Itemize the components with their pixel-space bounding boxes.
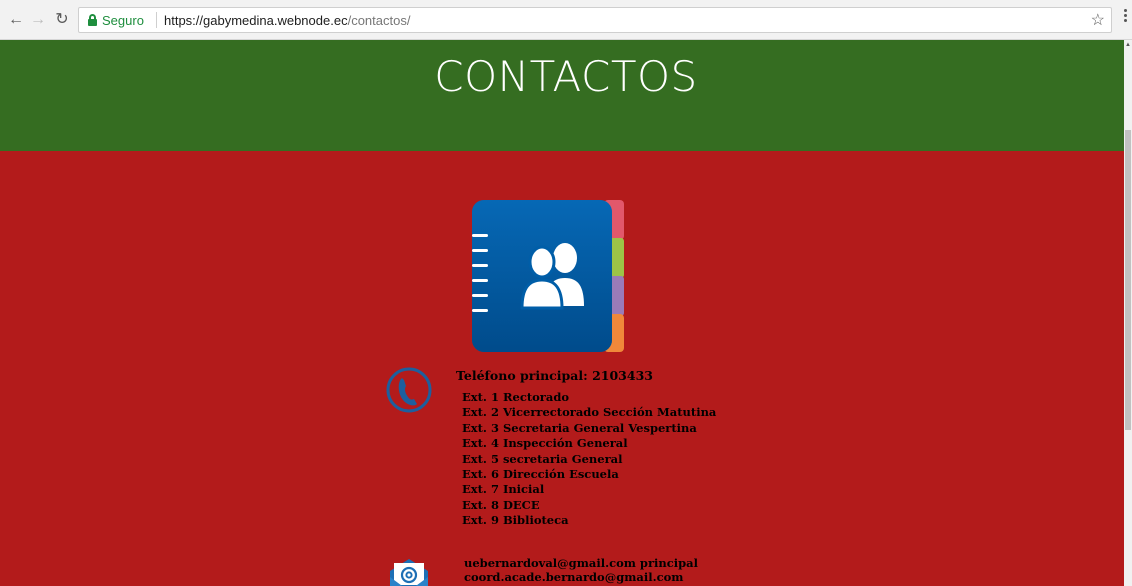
list-item: Ext. 8 DECE xyxy=(462,497,540,512)
scroll-up-arrow-icon[interactable]: ▲ xyxy=(1125,42,1131,48)
phone-icon xyxy=(386,367,432,413)
address-bar[interactable]: Seguro https://gabymedina.webnode.ec/con… xyxy=(78,7,1112,33)
extensions-list: Ext. 1 Rectorado Ext. 2 Vicerrectorado S… xyxy=(462,390,716,529)
list-item: Ext. 7 Inicial xyxy=(462,482,545,497)
reload-icon[interactable]: ↻ xyxy=(52,10,72,30)
list-item: Ext. 3 Secretaria General Vespertina xyxy=(462,420,697,435)
address-book-icon xyxy=(472,200,624,352)
email-icon xyxy=(390,559,428,586)
list-item: Ext. 2 Vicerrectorado Sección Matutina xyxy=(462,405,717,420)
url-path: /contactos/ xyxy=(347,13,411,28)
star-icon[interactable]: ☆ xyxy=(1091,10,1105,30)
list-item: Ext. 9 Biblioteca xyxy=(462,513,569,528)
url-text[interactable]: https://gabymedina.webnode.ec/contactos/ xyxy=(164,13,410,28)
page-title: CONTACTOS xyxy=(434,52,698,101)
email-address[interactable]: uebernardoval@gmail.com principal xyxy=(464,556,698,570)
lock-icon[interactable] xyxy=(88,14,97,26)
address-separator xyxy=(156,12,157,28)
browser-toolbar: ← → ↻ Seguro https://gabymedina.webnode.… xyxy=(0,0,1132,40)
list-item: Ext. 4 Inspección General xyxy=(462,436,628,451)
secure-label[interactable]: Seguro xyxy=(102,13,144,28)
list-item: Ext. 1 Rectorado xyxy=(462,390,570,404)
list-item: Ext. 6 Dirección Escuela xyxy=(462,467,619,482)
arrow-right-icon[interactable]: → xyxy=(28,10,48,30)
email-address[interactable]: coord.acade.bernardo@gmail.com xyxy=(464,570,698,584)
header-banner: CONTACTOS xyxy=(0,40,1124,151)
main-phone-number: Teléfono principal: 2103433 xyxy=(456,368,653,383)
list-item: Ext. 5 secretaria General xyxy=(462,451,623,466)
page-scrollbar[interactable]: ▲ xyxy=(1124,40,1132,586)
email-list: uebernardoval@gmail.com principal coord.… xyxy=(464,556,698,584)
kebab-menu-icon[interactable] xyxy=(1124,9,1128,27)
arrow-left-icon[interactable]: ← xyxy=(6,10,26,30)
scrollbar-thumb[interactable] xyxy=(1125,130,1131,430)
web-page: CONTACTOS Teléfono principal: 2103433 Ex… xyxy=(0,40,1124,586)
url-host: https://gabymedina.webnode.ec xyxy=(164,13,348,28)
